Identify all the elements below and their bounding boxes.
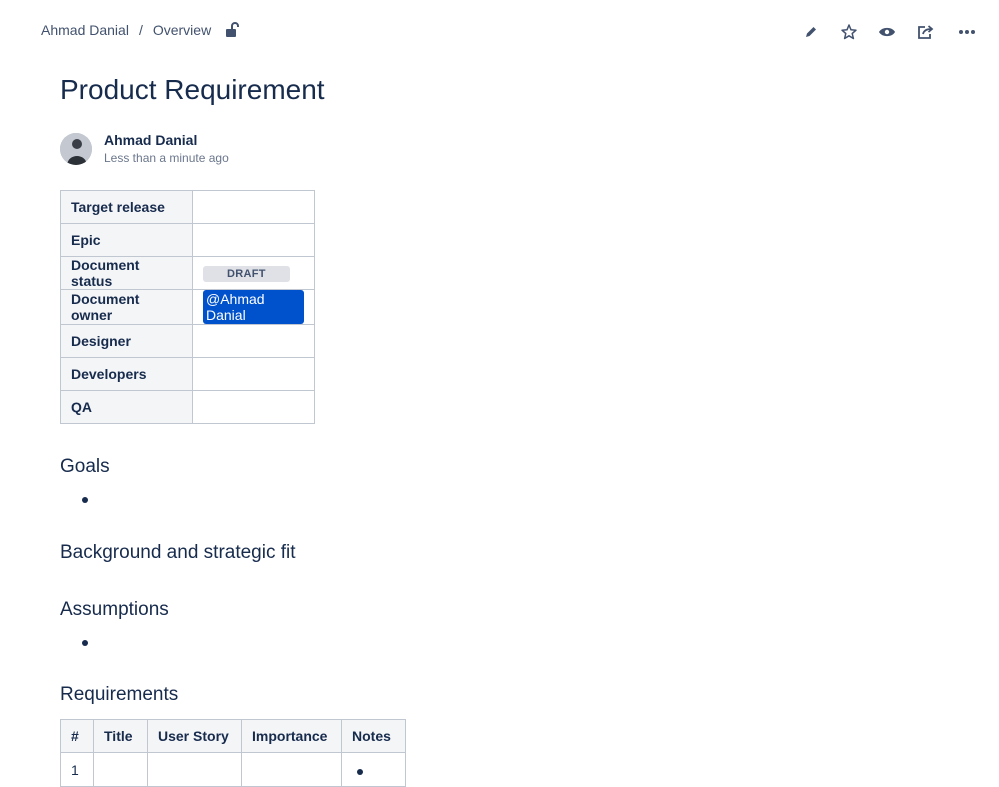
bullet-point bbox=[82, 640, 88, 646]
updated-time: Less than a minute ago bbox=[104, 151, 229, 165]
property-value: DRAFT bbox=[192, 256, 315, 290]
watch-button[interactable] bbox=[874, 20, 900, 44]
star-button[interactable] bbox=[836, 20, 862, 44]
property-label: Epic bbox=[60, 223, 193, 257]
table-row: QA bbox=[60, 390, 315, 424]
more-button[interactable] bbox=[954, 20, 980, 44]
page-title: Product Requirement bbox=[60, 74, 325, 105]
cell-user-story bbox=[147, 752, 242, 787]
column-header: Title bbox=[93, 719, 148, 753]
property-value bbox=[192, 357, 315, 391]
property-label: Document owner bbox=[60, 289, 193, 325]
column-header: Importance bbox=[241, 719, 342, 753]
property-value bbox=[192, 324, 315, 358]
property-label: Designer bbox=[60, 324, 193, 358]
edit-button[interactable] bbox=[798, 20, 824, 44]
column-header: Notes bbox=[341, 719, 406, 753]
properties-table: Target release Epic Document status DRAF… bbox=[60, 190, 315, 424]
property-value: @Ahmad Danial bbox=[192, 289, 315, 325]
section-heading-goals: Goals bbox=[60, 456, 110, 477]
property-label: Document status bbox=[60, 256, 193, 290]
cell-notes bbox=[341, 752, 406, 787]
cell-importance bbox=[241, 752, 342, 787]
property-label: QA bbox=[60, 390, 193, 424]
bullet-point bbox=[82, 497, 88, 503]
more-icon bbox=[959, 30, 975, 34]
table-row: Document status DRAFT bbox=[60, 256, 315, 290]
user-mention[interactable]: @Ahmad Danial bbox=[203, 290, 304, 324]
edit-icon bbox=[806, 27, 816, 37]
star-icon bbox=[841, 24, 857, 40]
unlock-icon[interactable] bbox=[225, 22, 240, 38]
property-value bbox=[192, 190, 315, 224]
section-heading-background: Background and strategic fit bbox=[60, 542, 296, 563]
section-heading-assumptions: Assumptions bbox=[60, 599, 169, 620]
table-row: Designer bbox=[60, 324, 315, 358]
avatar[interactable] bbox=[60, 133, 92, 165]
breadcrumb-item-overview[interactable]: Overview bbox=[153, 22, 211, 38]
property-label: Developers bbox=[60, 357, 193, 391]
breadcrumb-separator: / bbox=[138, 22, 143, 38]
breadcrumb-item-space[interactable]: Ahmad Danial bbox=[41, 22, 129, 38]
section-heading-requirements: Requirements bbox=[60, 684, 179, 705]
byline: Ahmad Danial Less than a minute ago bbox=[60, 131, 229, 165]
bullet-point bbox=[357, 768, 363, 775]
breadcrumb: Ahmad Danial / Overview bbox=[41, 22, 240, 38]
share-icon bbox=[918, 25, 934, 39]
table-row: Target release bbox=[60, 190, 315, 224]
top-bar: Ahmad Danial / Overview bbox=[0, 0, 999, 62]
page-actions bbox=[798, 20, 980, 44]
table-row: Document owner @Ahmad Danial bbox=[60, 289, 315, 325]
column-header: # bbox=[60, 719, 94, 753]
byline-meta: Ahmad Danial Less than a minute ago bbox=[104, 131, 229, 165]
property-value bbox=[192, 223, 315, 257]
property-value bbox=[192, 390, 315, 424]
status-badge: DRAFT bbox=[203, 266, 290, 282]
table-row: Epic bbox=[60, 223, 315, 257]
table-header-row: # Title User Story Importance Notes bbox=[60, 719, 406, 753]
table-row: Developers bbox=[60, 357, 315, 391]
property-label: Target release bbox=[60, 190, 193, 224]
cell-title bbox=[93, 752, 148, 787]
share-button[interactable] bbox=[912, 20, 938, 44]
column-header: User Story bbox=[147, 719, 242, 753]
watch-icon bbox=[879, 27, 895, 37]
table-row: 1 bbox=[60, 752, 406, 787]
requirements-table: # Title User Story Importance Notes 1 bbox=[60, 719, 406, 787]
author-name[interactable]: Ahmad Danial bbox=[104, 132, 229, 148]
cell-number: 1 bbox=[60, 752, 94, 787]
